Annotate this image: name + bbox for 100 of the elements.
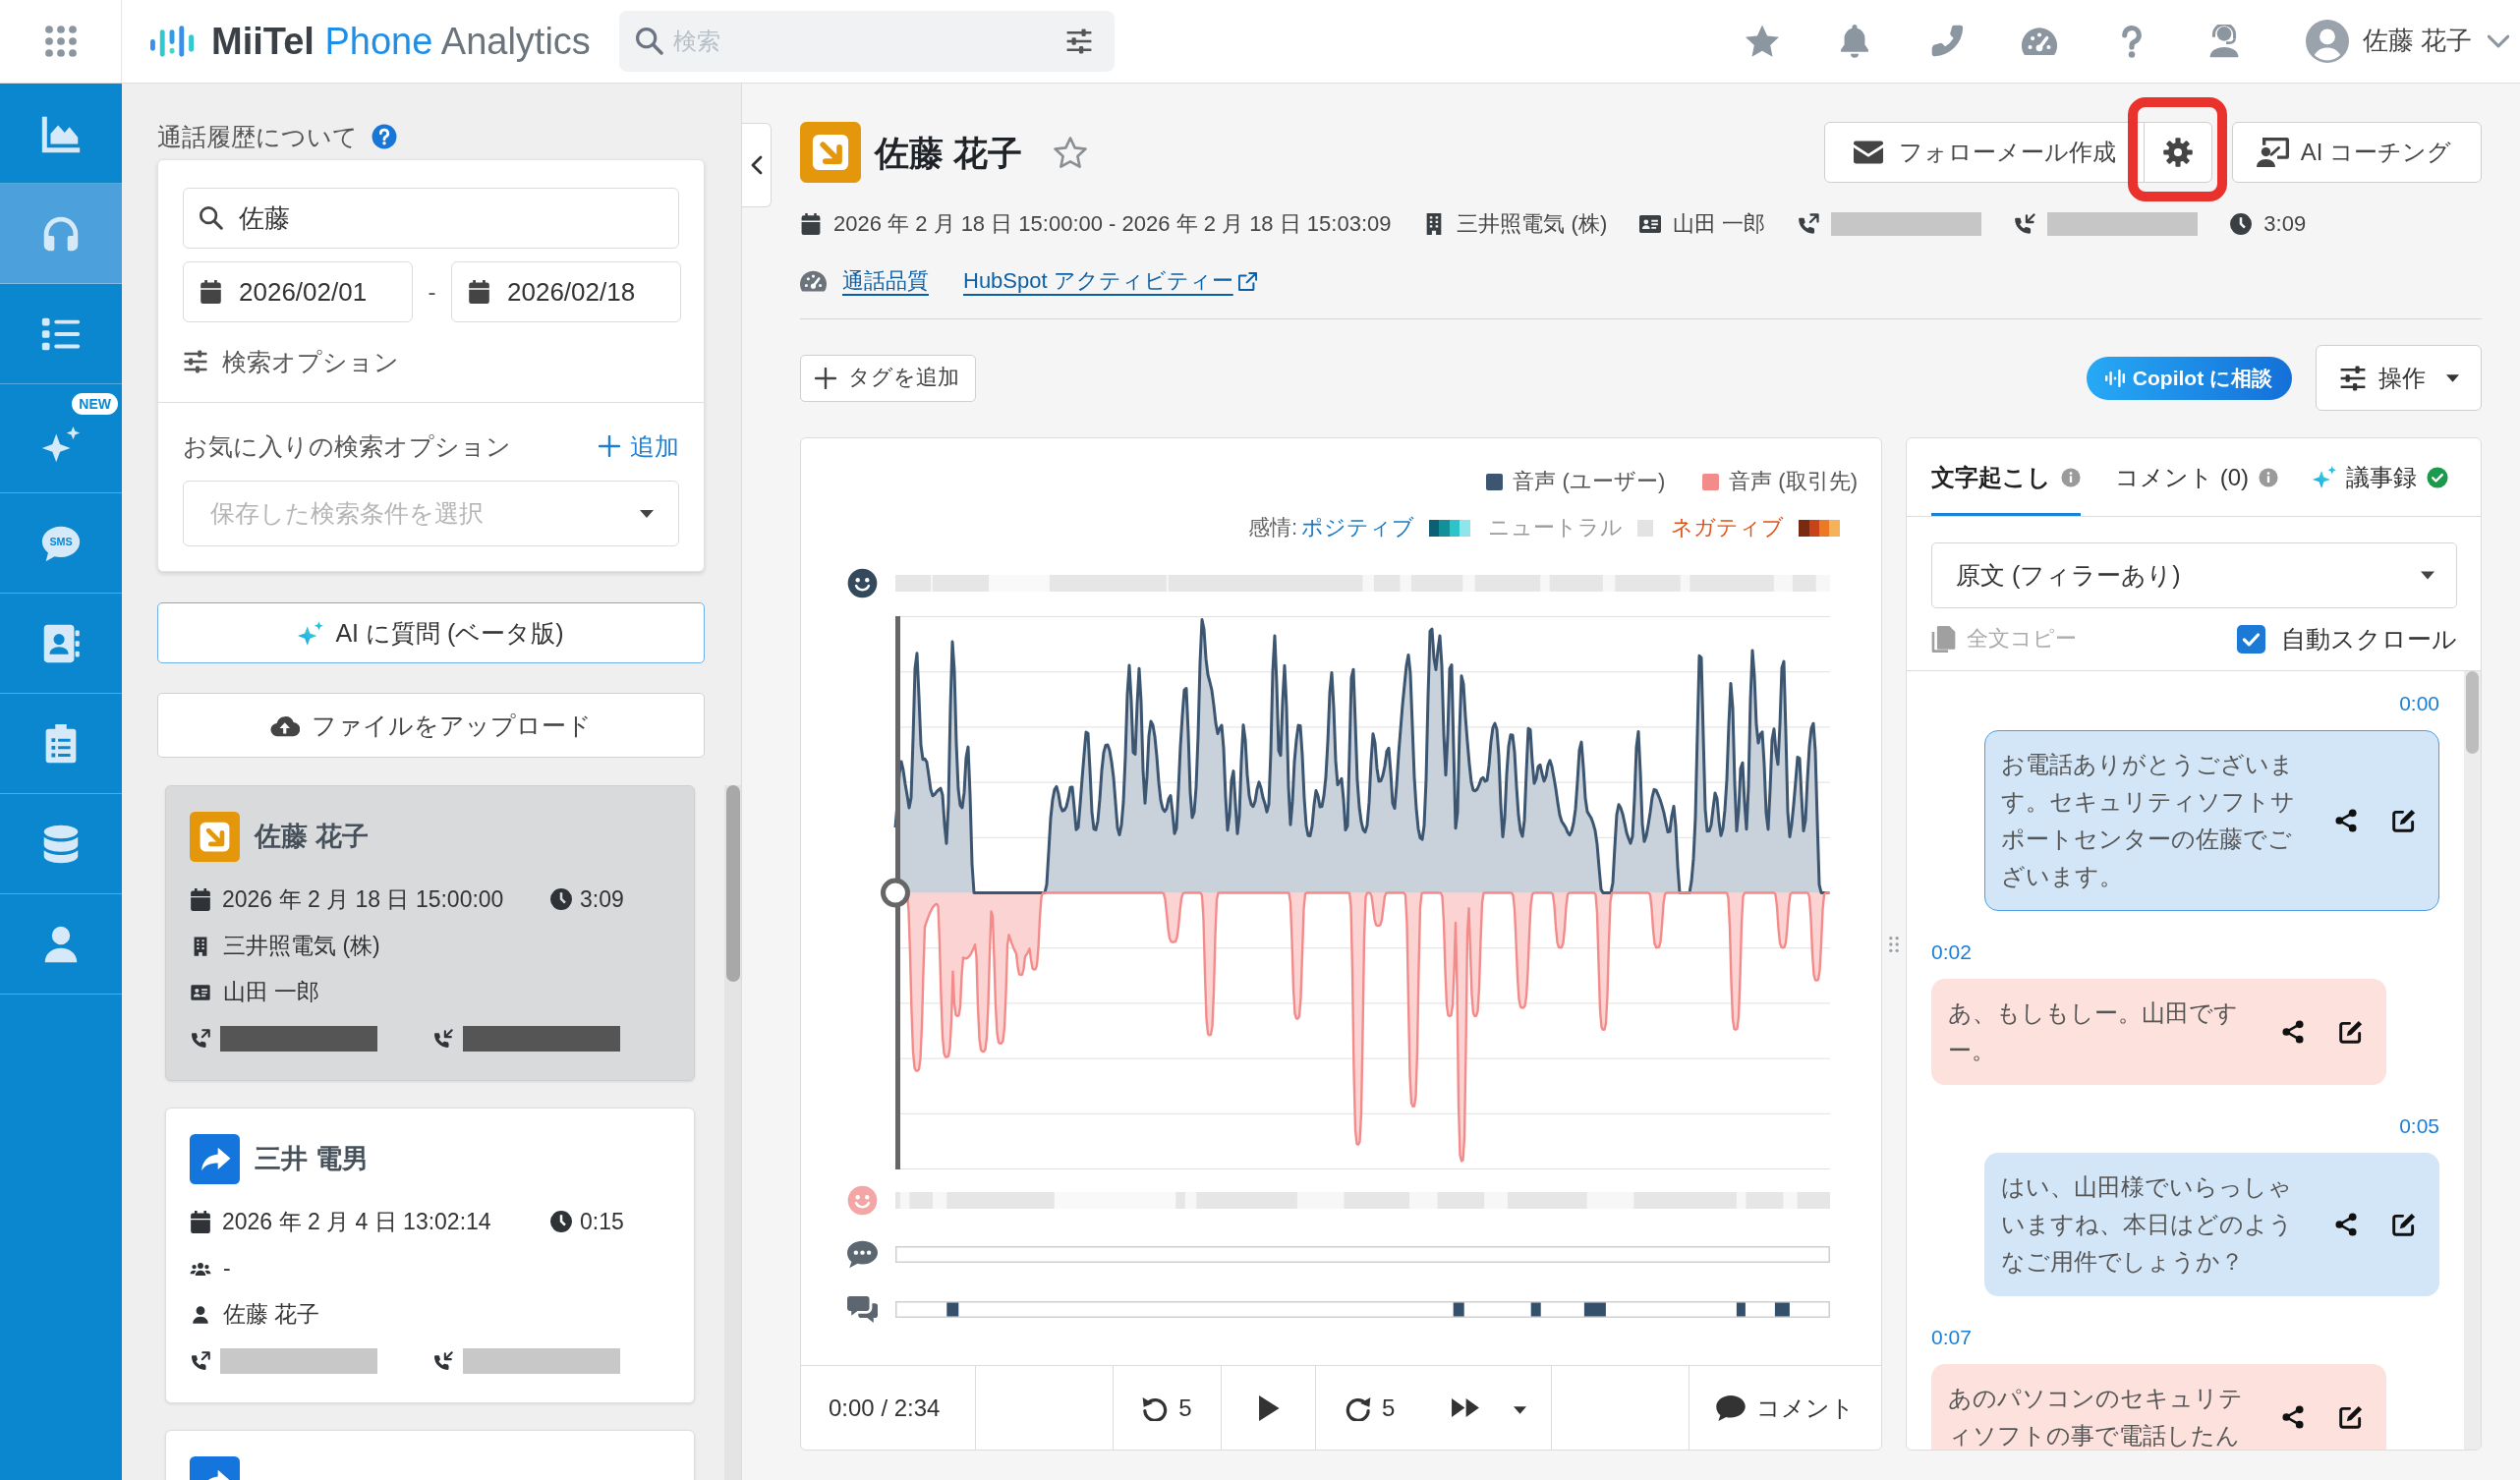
scrollbar[interactable] xyxy=(2464,671,2481,1450)
edit-icon[interactable] xyxy=(2391,1213,2417,1236)
share-icon[interactable] xyxy=(2334,809,2358,832)
add-link[interactable]: 追加 xyxy=(599,429,679,463)
sentiment-scale-icon xyxy=(1429,519,1470,537)
edit-icon[interactable] xyxy=(2338,1405,2364,1429)
search-icon xyxy=(635,28,663,55)
share-icon[interactable] xyxy=(2281,1405,2305,1429)
smiley-icon xyxy=(847,1184,878,1216)
calendar-icon xyxy=(200,280,222,304)
message-time[interactable]: 0:05 xyxy=(1931,1114,2439,1138)
chevron-down-icon xyxy=(2488,34,2509,48)
collapse-panel-button[interactable] xyxy=(742,123,772,207)
copy-icon xyxy=(1931,625,1956,653)
sentiment-scale-icon xyxy=(1637,519,1653,537)
call-duration: 3:09 xyxy=(580,884,624,914)
scrollbar-thumb[interactable] xyxy=(2466,671,2479,754)
date-field[interactable]: 2026/02/01 xyxy=(183,261,413,322)
play-button[interactable] xyxy=(1257,1395,1280,1421)
rotate-left-icon xyxy=(1142,1395,1169,1421)
playhead-handle[interactable] xyxy=(881,878,910,908)
caller-name: 佐藤 花子 xyxy=(255,820,369,853)
saved-search-select[interactable]: 保存した検索条件を選択 xyxy=(183,481,679,546)
add-tag-button[interactable]: タグを追加 xyxy=(800,354,976,402)
drag-handle-icon[interactable] xyxy=(1889,936,1899,952)
panel-tab[interactable]: 議事録 xyxy=(2313,438,2448,516)
calendar-icon xyxy=(468,280,490,304)
follow-mail-button[interactable]: フォローメール作成 xyxy=(1823,122,2145,183)
message-time[interactable]: 0:02 xyxy=(1931,940,2439,964)
company-name: 三井照電気 (株) xyxy=(223,931,380,960)
sidebar-item[interactable] xyxy=(0,184,122,284)
copilot-button[interactable]: Copilot に相談 xyxy=(2086,356,2292,400)
search-options-link[interactable]: 検索オプション xyxy=(183,342,399,381)
share-icon[interactable] xyxy=(2281,1020,2305,1044)
operations-button[interactable]: 操作 xyxy=(2316,345,2482,411)
message-time[interactable]: 0:07 xyxy=(1931,1326,2439,1349)
auto-scroll-label[interactable]: 自動スクロール xyxy=(2281,622,2457,655)
call-card[interactable]: 佐藤 花子 2026 年 2 月 18 日 15:00:00 3:09 三井照電気 (株) 山田 一郎 xyxy=(165,785,695,1081)
transcript-mode-select[interactable]: 原文 (フィラーあり) xyxy=(1931,542,2457,608)
user-menu[interactable]: 佐藤 花子 xyxy=(2305,20,2509,63)
id-card-icon xyxy=(1639,213,1662,235)
message-text: お電話ありがとうございます。セキュリティソフトサポートセンターの佐藤でございます。 xyxy=(2001,750,2296,891)
auto-scroll-checkbox[interactable] xyxy=(2237,624,2265,654)
call-card[interactable]: 三井 電男 2026 年 2 月 4 日 13:02:14 0:15 - 佐藤 花子 xyxy=(165,1108,695,1403)
edit-icon[interactable] xyxy=(2338,1020,2364,1044)
call-quality-link[interactable]: 通話品質 xyxy=(842,266,929,296)
avatar-icon xyxy=(2305,20,2349,63)
sound-bars-icon xyxy=(2103,369,2126,387)
caret-down-icon xyxy=(1514,1405,1527,1414)
date-separator: - xyxy=(427,277,437,308)
activity-link[interactable]: HubSpot アクティビティー xyxy=(963,266,1233,296)
playback-time: 0:00 / 2:34 xyxy=(829,1393,941,1423)
scrollbar[interactable] xyxy=(724,785,741,1480)
caret-down-icon xyxy=(2446,373,2459,382)
new-badge: NEW xyxy=(72,393,118,415)
search-field[interactable]: 佐藤 xyxy=(183,188,679,249)
scrollbar-thumb[interactable] xyxy=(726,785,740,982)
smiley-icon xyxy=(847,567,878,598)
star-icon[interactable] xyxy=(1053,136,1087,169)
gauge-icon[interactable] xyxy=(2021,25,2057,58)
company-name: 三井照電気 (株) xyxy=(1457,209,1608,238)
gauge-icon xyxy=(800,270,827,292)
logo-text: MiiTel Phone Analytics xyxy=(211,23,591,60)
panel-tab[interactable]: 文字起こし xyxy=(1931,438,2081,516)
message-time[interactable]: 0:00 xyxy=(1931,692,2439,715)
call-duration: 0:15 xyxy=(580,1207,624,1236)
call-datetime: 2026 年 2 月 18 日 15:00:00 - 2026 年 2 月 18 日 15:03:09 xyxy=(833,209,1392,238)
clock-icon xyxy=(2230,213,2253,235)
star-icon[interactable] xyxy=(1744,25,1780,58)
help-icon[interactable] xyxy=(372,124,397,149)
plus-icon xyxy=(815,367,836,389)
sentiment-name: ニュートラル xyxy=(1488,513,1623,541)
clock-icon xyxy=(550,888,572,911)
upload-button[interactable]: ファイルをアップロード xyxy=(157,693,705,758)
search-field[interactable]: 検索 xyxy=(618,11,1115,72)
edit-icon[interactable] xyxy=(2391,809,2417,832)
ask-ai-button[interactable]: AI に質問 (ベータ版) xyxy=(157,602,705,663)
share-icon[interactable] xyxy=(2334,1213,2358,1236)
cloud-upload-icon xyxy=(270,713,300,737)
fast-forward-icon xyxy=(1452,1398,1480,1417)
settings-button[interactable] xyxy=(2143,122,2212,183)
sidebar-item[interactable]: NEW xyxy=(0,384,122,493)
favorites-label: お気に入りの検索オプション xyxy=(183,430,511,462)
ai-coaching-button[interactable]: AI コーチング xyxy=(2231,122,2482,183)
apps-grid-icon[interactable] xyxy=(44,26,77,57)
skip-forward-button[interactable]: 5 xyxy=(1346,1392,1396,1424)
comment-button[interactable]: コメント xyxy=(1716,1392,1855,1424)
outgoing-call-icon xyxy=(190,1027,211,1050)
panel-title: 通話履歴について xyxy=(157,121,358,152)
message-text: はい、山田様でいらっしゃいますね、本日はどのようなご用件でしょうか？ xyxy=(2001,1172,2294,1277)
comment-dots-icon xyxy=(847,1239,878,1269)
caret-down-icon xyxy=(640,509,654,518)
user-name: 佐藤 花子 xyxy=(223,1299,320,1329)
speech-bubbles-icon xyxy=(847,1294,878,1324)
incoming-call-icon xyxy=(432,1027,454,1050)
panel-tab[interactable]: コメント (0) xyxy=(2115,438,2278,516)
date-field[interactable]: 2026/02/18 xyxy=(451,261,681,322)
filter-sliders-icon[interactable] xyxy=(1064,28,1093,54)
sentiment-scale-icon xyxy=(1799,519,1840,537)
skip-back-button[interactable]: 5 xyxy=(1142,1392,1192,1424)
